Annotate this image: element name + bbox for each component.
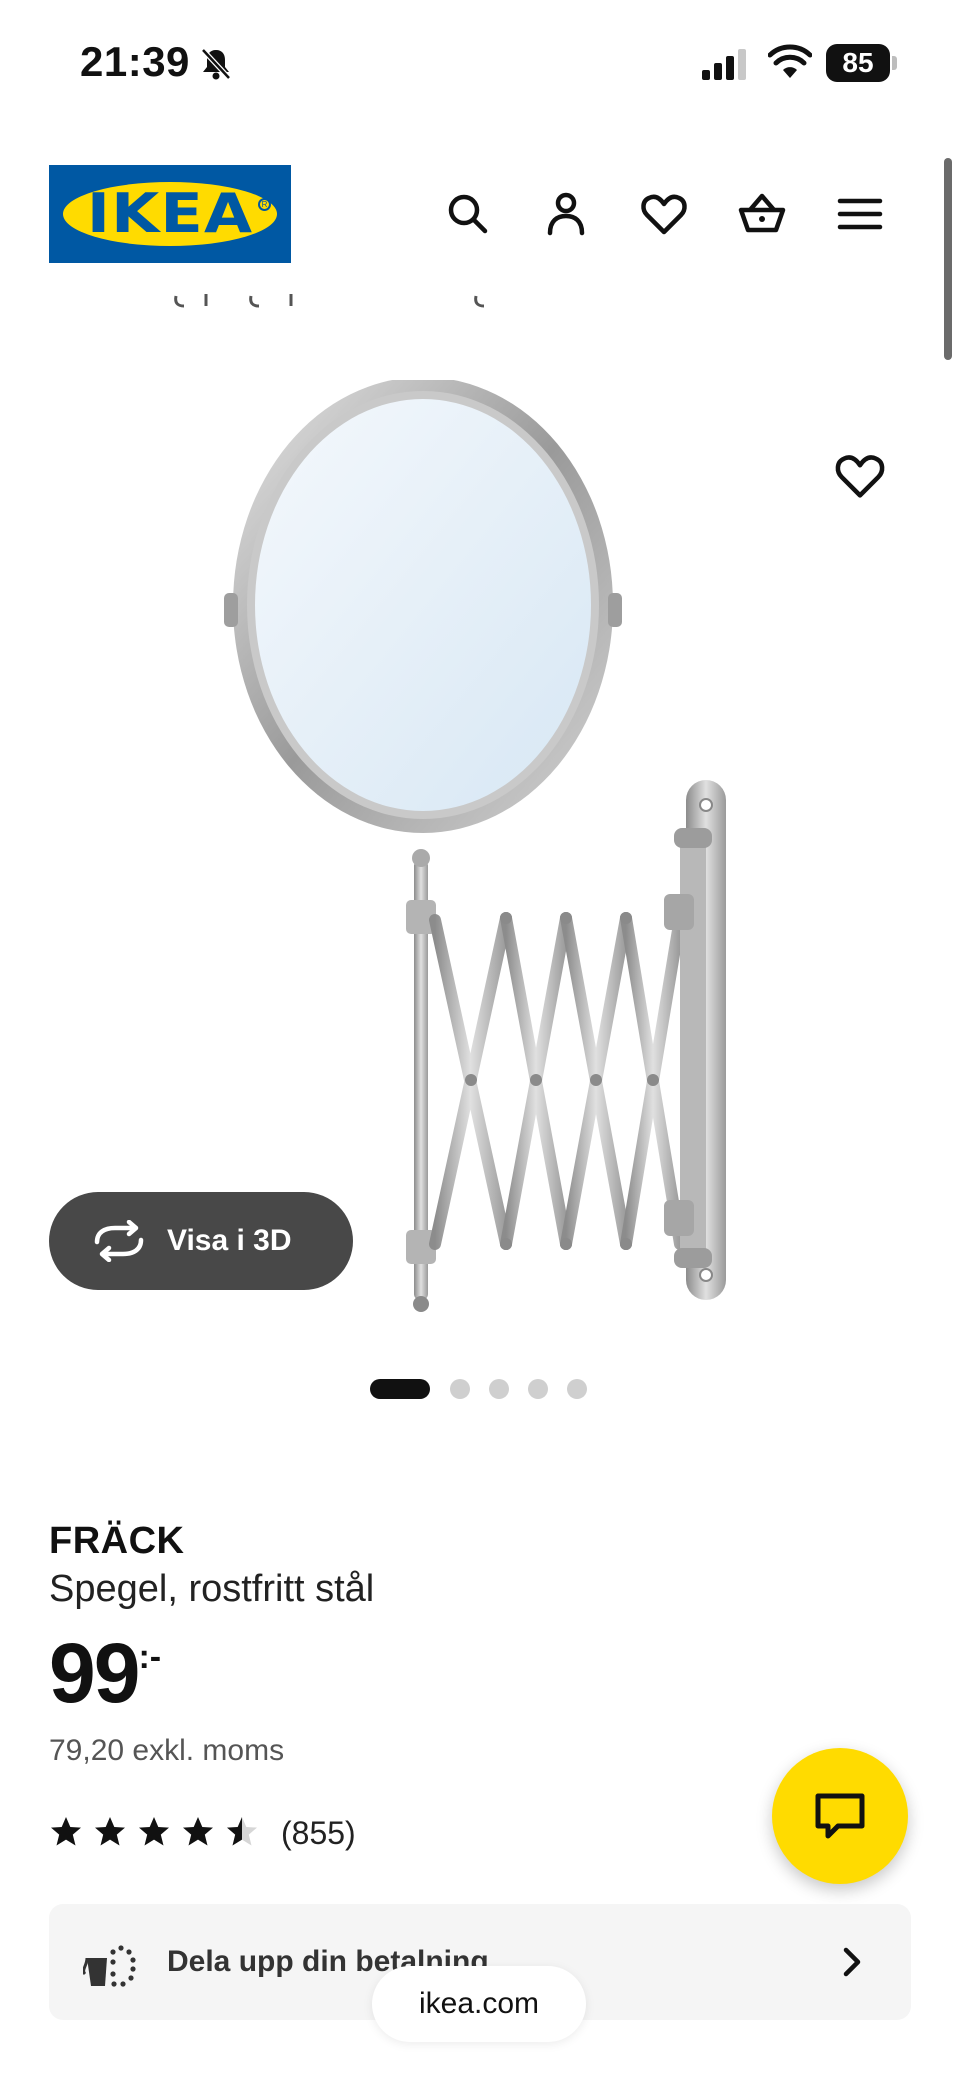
breadcrumb-descenders xyxy=(174,294,485,308)
browser-url-pill[interactable]: ikea.com xyxy=(372,1966,586,2042)
basket-button[interactable] xyxy=(736,188,788,240)
star-half-icon xyxy=(227,1817,257,1846)
star-icon xyxy=(183,1817,213,1846)
rating-count: (855) xyxy=(281,1815,356,1851)
heart-icon xyxy=(835,455,885,498)
breadcrumb-fragment xyxy=(96,292,556,322)
star-icon xyxy=(139,1817,169,1846)
search-icon xyxy=(448,194,488,234)
signal-icon xyxy=(702,49,746,80)
battery-indicator: 85 xyxy=(826,44,898,82)
logo-registered-mark: R xyxy=(258,198,271,211)
wifi-icon xyxy=(768,44,812,78)
ikea-logo[interactable]: IKEA R xyxy=(49,165,291,263)
hamburger-menu-icon xyxy=(837,198,883,230)
view-in-3d-label: Visa i 3D xyxy=(167,1224,292,1257)
battery-cap xyxy=(892,56,897,70)
chat-button[interactable] xyxy=(772,1748,908,1884)
basket-icon xyxy=(738,193,786,233)
star-icon xyxy=(95,1817,125,1846)
carousel-dot[interactable] xyxy=(528,1379,548,1399)
bell-muted-icon xyxy=(201,48,231,80)
logo-text: IKEA xyxy=(86,182,254,245)
carousel-dot-active[interactable] xyxy=(370,1379,430,1399)
favourites-button[interactable] xyxy=(638,188,690,240)
search-button[interactable] xyxy=(442,188,494,240)
carousel-dot[interactable] xyxy=(489,1379,509,1399)
scroll-indicator[interactable] xyxy=(944,158,952,360)
product-description: Spegel, rostfritt stål xyxy=(49,1568,375,1610)
status-bar: 21:39 85 xyxy=(0,0,960,130)
view-in-3d-button[interactable]: Visa i 3D xyxy=(49,1192,353,1290)
price-suffix: :- xyxy=(138,1638,162,1676)
price-amount: 99 xyxy=(49,1626,140,1720)
carousel-dot[interactable] xyxy=(450,1379,470,1399)
rotate-3d-icon xyxy=(94,1220,144,1262)
add-to-favourites-button[interactable] xyxy=(832,448,888,504)
heart-icon xyxy=(641,194,687,235)
carousel-dot[interactable] xyxy=(567,1379,587,1399)
image-carousel-dots xyxy=(370,1379,590,1399)
account-button[interactable] xyxy=(540,188,592,240)
chevron-right-icon xyxy=(843,1947,861,1977)
star-icon xyxy=(51,1817,81,1846)
price-excluding-vat: 79,20 exkl. moms xyxy=(49,1734,285,1767)
status-time: 21:39 xyxy=(80,38,190,85)
battery-level: 85 xyxy=(826,44,890,82)
chat-bubble-icon xyxy=(815,1793,865,1839)
product-price: 99:- xyxy=(49,1628,161,1718)
menu-button[interactable] xyxy=(834,188,886,240)
payment-split-icon xyxy=(83,1945,136,1987)
user-icon xyxy=(547,192,585,236)
product-name: FRÄCK xyxy=(49,1520,185,1562)
